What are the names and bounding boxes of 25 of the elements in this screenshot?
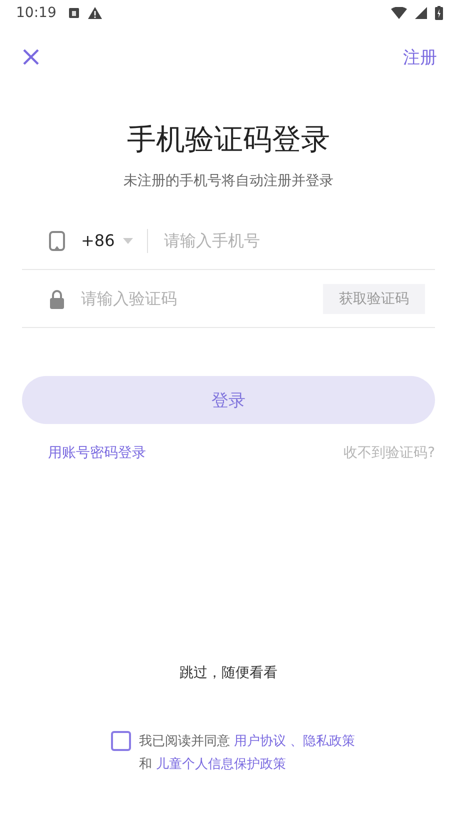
- subtitle: 未注册的手机号将自动注册并登录: [124, 172, 334, 190]
- wifi-icon: [391, 7, 407, 19]
- agreement-link[interactable]: 、隐私政策: [290, 734, 355, 749]
- get-code-button[interactable]: 获取验证码: [323, 284, 425, 314]
- register-link[interactable]: 注册: [403, 46, 437, 68]
- notification-icon: [68, 7, 80, 19]
- login-button: 登录: [22, 376, 435, 424]
- country-code-dropdown[interactable]: +86: [81, 231, 133, 250]
- page-title: 手机验证码登录: [126, 121, 331, 158]
- signal-icon: [415, 7, 427, 19]
- agreement-link[interactable]: 用户协议: [234, 734, 286, 749]
- agreement-link[interactable]: 儿童个人信息保护政策: [156, 757, 286, 772]
- agreement-text: 和: [139, 757, 152, 772]
- battery-icon: [435, 6, 443, 20]
- caret-icon: [122, 238, 133, 244]
- close-icon: [22, 48, 40, 66]
- lock-icon: [49, 288, 65, 308]
- status-time: 10:19: [16, 5, 56, 21]
- close-button[interactable]: [22, 48, 40, 66]
- skip-link[interactable]: 跳过，随便看看: [180, 664, 278, 682]
- agreement-text: 我已阅读并同意: [139, 734, 230, 749]
- agree-checkbox[interactable]: [111, 731, 131, 751]
- password-login-link[interactable]: 用账号密码登录: [48, 444, 146, 462]
- phone-icon: [49, 230, 65, 250]
- warning-icon: [88, 7, 102, 19]
